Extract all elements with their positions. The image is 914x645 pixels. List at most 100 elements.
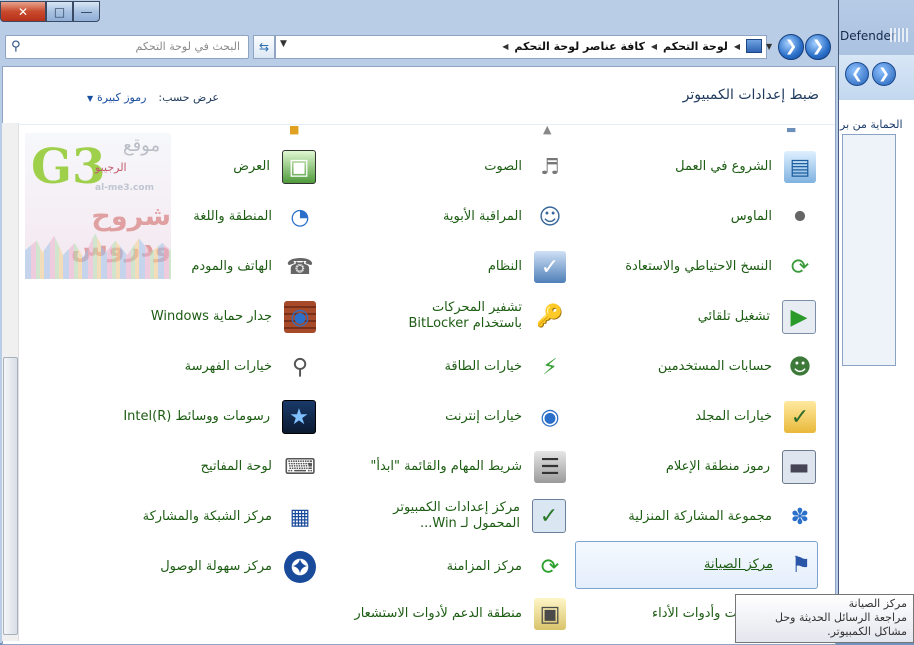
- internet-options-icon: ◉: [540, 404, 560, 430]
- item-network-sharing[interactable]: ▦ مركز الشبكة والمشاركة: [136, 495, 316, 539]
- folder-options-icon: ✓: [784, 401, 816, 433]
- control-panel-window: ✕ □ — ⚲ البحث في لوحة التحكم ⇆ ▼ ◀ لوحة …: [0, 0, 839, 645]
- item-label: رسومات ووسائط Intel(R): [123, 409, 270, 424]
- item-backup-restore[interactable]: ⟳ النسخ الاحتياطي والاستعادة: [596, 245, 816, 289]
- item-mobility-center[interactable]: ✓ مركز إعدادات الكمبيوتر المحمول لـ Win.…: [326, 493, 566, 539]
- item-indexing[interactable]: ⚲ خيارات الفهرسة: [176, 345, 316, 389]
- item-label: تشغيل تلقائي: [697, 309, 770, 324]
- partial-icon: ■: [289, 123, 300, 136]
- close-button[interactable]: ✕: [0, 1, 46, 22]
- breadcrumb-item-all-items[interactable]: كافة عناصر لوحة التحكم: [514, 40, 644, 53]
- display-icon: ▣: [282, 150, 316, 184]
- back-button[interactable]: ❯: [805, 34, 831, 60]
- item-internet-options[interactable]: ◉ خيارات إنترنت: [390, 395, 566, 439]
- item-taskbar[interactable]: ☰ شريط المهام والقائمة "ابدأ": [366, 445, 566, 489]
- logo-text: موقع: [123, 135, 161, 156]
- item-label: العرض: [233, 159, 270, 174]
- sync-center-icon: ⟳: [540, 554, 560, 580]
- item-bitlocker[interactable]: 🔑 تشفير المحركات باستخدام BitLocker: [376, 293, 566, 339]
- action-center-flag-icon: ⚑: [791, 552, 811, 578]
- search-placeholder: البحث في لوحة التحكم: [135, 40, 241, 53]
- item-parental-controls[interactable]: ☺ المراقبة الأبوية: [390, 195, 566, 239]
- refresh-button[interactable]: ⇆: [253, 35, 275, 59]
- address-dropdown-icon[interactable]: ▼: [280, 39, 287, 49]
- forward-button[interactable]: ❯: [778, 34, 804, 60]
- item-label: خيارات الفهرسة: [184, 359, 272, 374]
- partial-icon: ▬: [786, 123, 797, 136]
- back-arrow-icon[interactable]: ❮: [845, 62, 869, 86]
- item-sync-center[interactable]: ⟳ مركز المزامنة: [390, 545, 566, 589]
- item-label: رموز منطقة الإعلام: [665, 459, 770, 474]
- item-phone-modem[interactable]: ☎ الهاتف والمودم: [176, 245, 316, 289]
- item-label: تشفير المحركات باستخدام BitLocker: [408, 300, 522, 331]
- chevron-icon[interactable]: ◀: [651, 42, 657, 51]
- forward-arrow-icon[interactable]: ❯: [872, 62, 896, 86]
- indexing-icon: ⚲: [291, 354, 309, 380]
- item-label: جدار حماية Windows: [150, 309, 272, 324]
- scrollbar-thumb[interactable]: [3, 357, 18, 635]
- item-sensors[interactable]: ▣ منطقة الدعم لأدوات الاستشعار: [326, 592, 566, 636]
- search-input[interactable]: ⚲ البحث في لوحة التحكم: [5, 35, 249, 59]
- item-region-language[interactable]: ◔ المنطقة واللغة: [176, 195, 316, 239]
- logo-url: al-me3.com: [95, 183, 154, 193]
- item-user-accounts[interactable]: ☻ حسابات المستخدمين: [636, 345, 816, 389]
- maximize-button[interactable]: □: [46, 1, 73, 22]
- item-intel-graphics[interactable]: ★ رسومات ووسائط Intel(R): [116, 395, 316, 439]
- sound-icon: ♬: [540, 154, 560, 180]
- item-label: مجموعة المشاركة المنزلية: [628, 509, 772, 524]
- view-by-label: عرض حسب:: [158, 91, 219, 104]
- item-sound[interactable]: ♬ الصوت: [390, 145, 566, 189]
- notification-area-icon: ▬: [782, 450, 816, 484]
- item-label: النظام: [487, 259, 522, 274]
- vertical-scrollbar[interactable]: [2, 123, 19, 641]
- item-getting-started[interactable]: ▤ الشروع في العمل: [636, 145, 816, 189]
- chevron-icon[interactable]: ◀: [502, 42, 508, 51]
- item-mouse[interactable]: ⚫ الماوس: [636, 195, 816, 239]
- autoplay-icon: ▶: [782, 300, 816, 334]
- content-header: ضبط إعدادات الكمبيوتر عرض حسب: رموز كبير…: [3, 67, 835, 123]
- breadcrumb-item-control-panel[interactable]: لوحة التحكم: [663, 40, 728, 53]
- item-label: الماوس: [730, 209, 772, 224]
- item-autoplay[interactable]: ▶ تشغيل تلقائي: [636, 295, 816, 339]
- defender-grid-icon: [890, 28, 908, 42]
- item-ease-of-access[interactable]: ✦ مركز سهولة الوصول: [136, 545, 316, 589]
- recent-pages-dropdown-icon[interactable]: ▼: [766, 42, 772, 51]
- item-label: مركز الصيانة: [704, 557, 773, 572]
- item-label: المنطقة واللغة: [193, 209, 272, 224]
- view-by-dropdown[interactable]: رموز كبيرة: [97, 91, 146, 104]
- item-homegroup[interactable]: ✽ مجموعة المشاركة المنزلية: [606, 495, 816, 539]
- breadcrumb: ◀ لوحة التحكم ◀ كافة عناصر لوحة التحكم ◀: [502, 39, 762, 53]
- background-window-title: Defender: [840, 29, 896, 43]
- getting-started-icon: ▤: [784, 151, 816, 183]
- item-label: خيارات إنترنت: [445, 409, 522, 424]
- chevron-icon[interactable]: ◀: [734, 42, 740, 51]
- item-label: مركز الشبكة والمشاركة: [142, 509, 272, 524]
- backup-restore-icon: ⟳: [790, 254, 810, 280]
- page-title: ضبط إعدادات الكمبيوتر: [682, 87, 819, 103]
- item-label: مركز المزامنة: [446, 559, 522, 574]
- header-divider: [3, 124, 835, 125]
- item-power-options[interactable]: ⚡ خيارات الطاقة: [390, 345, 566, 389]
- item-label: منطقة الدعم لأدوات الاستشعار: [354, 606, 522, 621]
- item-notification-area[interactable]: ▬ رموز منطقة الإعلام: [636, 445, 816, 489]
- address-field[interactable]: ▼ ◀ لوحة التحكم ◀ كافة عناصر لوحة التحكم…: [275, 35, 767, 59]
- chevron-down-icon[interactable]: ▼: [87, 94, 93, 103]
- item-label: شريط المهام والقائمة "ابدأ": [370, 459, 522, 474]
- power-options-icon: ⚡: [542, 354, 558, 380]
- item-label: مركز إعدادات الكمبيوتر المحمول لـ Win...: [393, 500, 520, 531]
- item-label: الشروع في العمل: [675, 159, 772, 174]
- item-folder-options[interactable]: ✓ خيارات المجلد: [636, 395, 816, 439]
- item-label: لوحة المفاتيح: [200, 459, 272, 474]
- minimize-button[interactable]: —: [73, 1, 100, 22]
- item-action-center[interactable]: ⚑ مركز الصيانة: [575, 541, 818, 589]
- item-label: الصوت: [484, 159, 522, 174]
- item-keyboard[interactable]: ⌨ لوحة المفاتيح: [176, 445, 316, 489]
- item-system[interactable]: ✓ النظام: [390, 245, 566, 289]
- item-firewall[interactable]: ◉ جدار حماية Windows: [136, 295, 316, 339]
- taskbar-icon: ☰: [534, 451, 566, 483]
- region-language-icon: ◔: [290, 204, 310, 230]
- view-by: عرض حسب: رموز كبيرة ▼: [87, 91, 219, 104]
- ease-of-access-icon: ✦: [284, 551, 316, 583]
- item-display[interactable]: ▣ العرض: [176, 145, 316, 189]
- sensors-icon: ▣: [534, 598, 566, 630]
